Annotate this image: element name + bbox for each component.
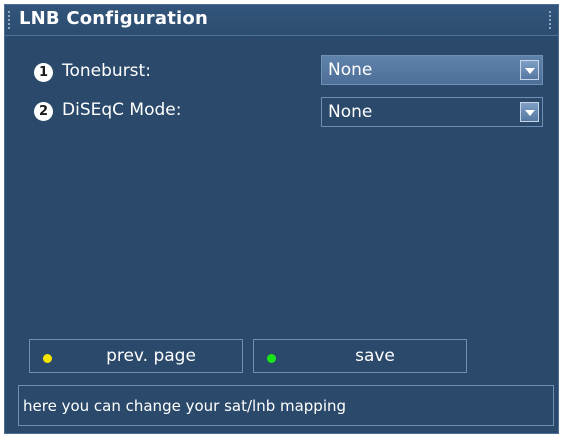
diseqc-mode-select[interactable]: None xyxy=(321,97,543,127)
number-2-icon: 2 xyxy=(34,102,53,121)
diseqc-mode-row: 2 DiSEqC Mode: xyxy=(34,97,314,127)
toneburst-row: 1 Toneburst: xyxy=(34,58,314,88)
window-title: LNB Configuration xyxy=(19,8,208,29)
save-button[interactable]: save xyxy=(253,339,467,373)
number-1-icon: 1 xyxy=(34,63,53,82)
title-bar: LNB Configuration xyxy=(5,5,558,36)
green-dot-icon xyxy=(267,354,276,363)
diseqc-mode-label: DiSEqC Mode: xyxy=(62,100,182,120)
help-text: here you can change your sat/lnb mapping xyxy=(23,397,347,415)
save-label: save xyxy=(355,346,395,366)
toneburst-label: Toneburst: xyxy=(62,61,151,81)
yellow-dot-icon xyxy=(43,354,52,363)
prev-page-label: prev. page xyxy=(106,346,196,366)
lnb-configuration-window: LNB Configuration 1 Toneburst: None 2 Di… xyxy=(4,4,559,434)
toneburst-select[interactable]: None xyxy=(321,55,543,85)
grip-right-icon xyxy=(549,11,555,29)
prev-page-button[interactable]: prev. page xyxy=(29,339,243,373)
chevron-down-icon[interactable] xyxy=(520,60,539,80)
diseqc-mode-value: None xyxy=(328,102,373,122)
toneburst-value: None xyxy=(328,60,373,80)
help-bar: here you can change your sat/lnb mapping xyxy=(18,385,554,426)
chevron-down-icon[interactable] xyxy=(520,102,539,122)
grip-left-icon xyxy=(8,11,14,29)
